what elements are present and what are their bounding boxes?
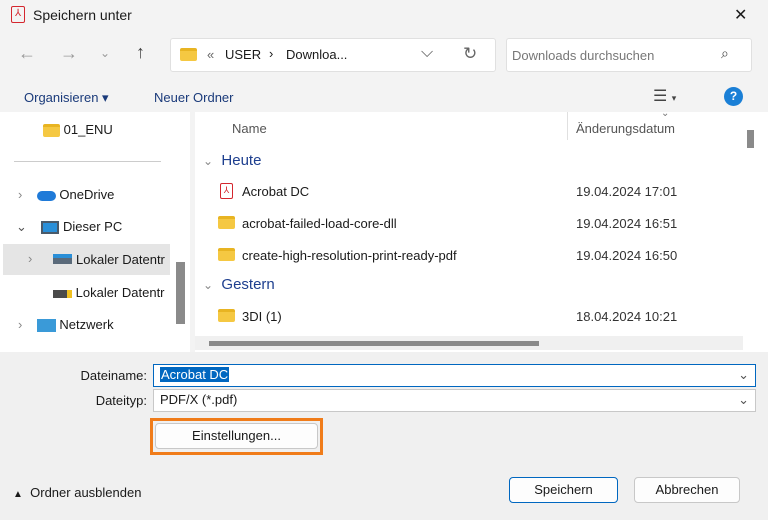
sidebar-item-label: Dieser PC <box>62 219 123 234</box>
table-row[interactable]: acrobat-failed-load-core-dll 19.04.2024 … <box>195 212 743 234</box>
divider <box>14 161 161 162</box>
filename-input[interactable]: Acrobat DC ⌄ <box>153 364 756 387</box>
address-chevron-down-icon[interactable]: ⌵ <box>421 44 433 62</box>
chevron-up-icon: ▲ <box>13 489 23 500</box>
navigation-pane: 01_ENU › OneDrive ⌄ Dieser PC › Lokaler … <box>0 112 190 352</box>
chevron-down-icon[interactable]: ⌄ <box>738 392 749 408</box>
table-row[interactable]: ⅄ Acrobat DC 19.04.2024 17:01 <box>195 180 743 202</box>
group-header-yesterday[interactable]: ⌄ Gestern <box>203 276 275 293</box>
recent-chevron-down-icon[interactable]: ⌄ <box>100 46 110 60</box>
column-header-date[interactable]: Änderungsdatum <box>576 121 675 136</box>
sidebar-item-01-enu[interactable]: 01_ENU <box>43 122 113 138</box>
save-options-panel: Dateiname: Acrobat DC ⌄ Dateityp: PDF/X … <box>0 352 768 520</box>
horizontal-scrollbar[interactable] <box>195 336 743 350</box>
file-name: create-high-resolution-print-ready-pdf <box>242 248 457 263</box>
address-bar[interactable]: « USER › Downloa... ⌵ ↻ <box>170 38 496 72</box>
up-arrow-icon[interactable]: ↑ <box>136 42 145 63</box>
close-button[interactable]: ✕ <box>734 5 747 25</box>
sidebar-item-this-pc[interactable]: ⌄ Dieser PC <box>16 219 122 235</box>
sidebar-item-label: Netzwerk <box>59 317 114 332</box>
hide-folders-toggle[interactable]: ▲ Ordner ausblenden <box>13 485 141 500</box>
drive-lock-icon <box>53 289 72 298</box>
sidebar-item-onedrive[interactable]: › OneDrive <box>18 187 114 202</box>
folder-icon <box>43 124 60 138</box>
file-date: 19.04.2024 16:50 <box>576 248 678 263</box>
sidebar-item-label: 01_ENU <box>63 122 113 137</box>
pdf-app-icon: ⅄ <box>11 6 25 23</box>
file-name: acrobat-failed-load-core-dll <box>242 216 397 231</box>
pdf-file-icon: ⅄ <box>220 183 233 199</box>
group-header-today[interactable]: ⌄ Heute <box>203 152 261 169</box>
forward-arrow-icon[interactable]: → <box>60 43 78 64</box>
command-bar: Organisieren ▾ Neuer Ordner ☰ ▾ ? <box>0 82 768 112</box>
file-name: Acrobat DC <box>242 184 310 199</box>
cancel-button[interactable]: Abbrechen <box>634 477 740 503</box>
folder-icon <box>180 48 197 61</box>
folder-icon <box>218 309 235 322</box>
sidebar-item-network[interactable]: › Netzwerk <box>18 317 114 333</box>
filename-value: Acrobat DC <box>160 367 230 382</box>
file-list: Name ⌄ Änderungsdatum ⌄ Heute ⅄ Acrobat … <box>195 108 757 352</box>
group-label: Gestern <box>221 276 275 293</box>
sort-chevron-icon: ⌄ <box>661 108 670 119</box>
file-date: 19.04.2024 16:51 <box>576 216 678 231</box>
column-divider <box>567 112 568 140</box>
help-icon[interactable]: ? <box>724 87 743 106</box>
monitor-icon <box>41 221 60 235</box>
window-title: Speichern unter <box>33 7 132 23</box>
breadcrumb-overflow[interactable]: « <box>207 47 214 62</box>
file-name: 3DI (1) <box>242 309 282 324</box>
drive-icon <box>53 254 72 264</box>
search-input[interactable]: Downloads durchsuchen <box>512 48 654 63</box>
file-date: 19.04.2024 17:01 <box>576 184 678 199</box>
filename-label: Dateiname: <box>80 368 147 383</box>
column-header-name[interactable]: Name <box>232 121 267 136</box>
new-folder-button[interactable]: Neuer Ordner <box>154 90 233 105</box>
group-label: Heute <box>221 152 262 169</box>
filetype-select[interactable]: PDF/X (*.pdf) ⌄ <box>153 389 756 412</box>
breadcrumb-user[interactable]: USER <box>225 47 261 62</box>
search-icon[interactable]: ⌕ <box>721 45 729 62</box>
settings-button[interactable]: Einstellungen... <box>155 423 318 449</box>
filetype-value: PDF/X (*.pdf) <box>160 392 238 407</box>
sidebar-item-label: Lokaler Datentr <box>75 285 165 300</box>
refresh-icon[interactable]: ↻ <box>463 44 477 64</box>
back-arrow-icon[interactable]: ← <box>18 43 36 64</box>
title-bar: ⅄ Speichern unter ✕ <box>0 0 768 30</box>
save-button[interactable]: Speichern <box>509 477 618 503</box>
sidebar-item-local-disk-d[interactable]: Lokaler Datentr <box>53 285 170 300</box>
breadcrumb-downloads[interactable]: Downloa... <box>286 47 347 62</box>
sidebar-item-label: OneDrive <box>59 187 115 202</box>
sidebar-scrollbar[interactable] <box>176 262 185 324</box>
folder-icon <box>218 248 235 261</box>
hide-folders-label: Ordner ausblenden <box>30 485 142 500</box>
network-icon <box>36 319 56 333</box>
organize-button[interactable]: Organisieren ▾ <box>24 90 109 106</box>
search-box[interactable]: Downloads durchsuchen ⌕ <box>506 38 752 72</box>
table-row[interactable]: create-high-resolution-print-ready-pdf 1… <box>195 244 743 266</box>
breadcrumb-separator: › <box>269 46 274 61</box>
vertical-scrollbar[interactable] <box>743 112 757 352</box>
sidebar-item-label: Lokaler Datentr <box>76 252 165 267</box>
file-date: 18.04.2024 10:21 <box>576 309 678 324</box>
cloud-icon <box>36 190 56 201</box>
table-row[interactable]: 3DI (1) 18.04.2024 10:21 <box>195 305 743 327</box>
folder-icon <box>218 216 235 229</box>
sidebar-item-local-disk-c[interactable]: › Lokaler Datentr <box>3 244 170 275</box>
chevron-down-icon[interactable]: ⌄ <box>738 367 749 383</box>
view-menu-icon[interactable]: ☰ ▾ <box>653 86 676 106</box>
filetype-label: Dateityp: <box>95 393 147 408</box>
